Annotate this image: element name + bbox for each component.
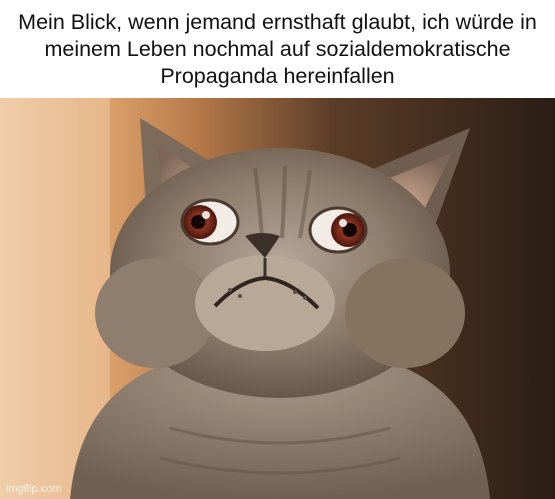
imgflip-watermark: imgflip.com	[6, 483, 62, 495]
cat-photo: imgflip.com	[0, 98, 555, 499]
surprised-cat-image	[0, 98, 555, 499]
meme-caption: Mein Blick, wenn jemand ernsthaft glaubt…	[0, 0, 555, 98]
caption-text: Mein Blick, wenn jemand ernsthaft glaubt…	[18, 9, 537, 88]
cat-left-eye	[180, 198, 240, 246]
cat-right-eye	[308, 206, 368, 254]
